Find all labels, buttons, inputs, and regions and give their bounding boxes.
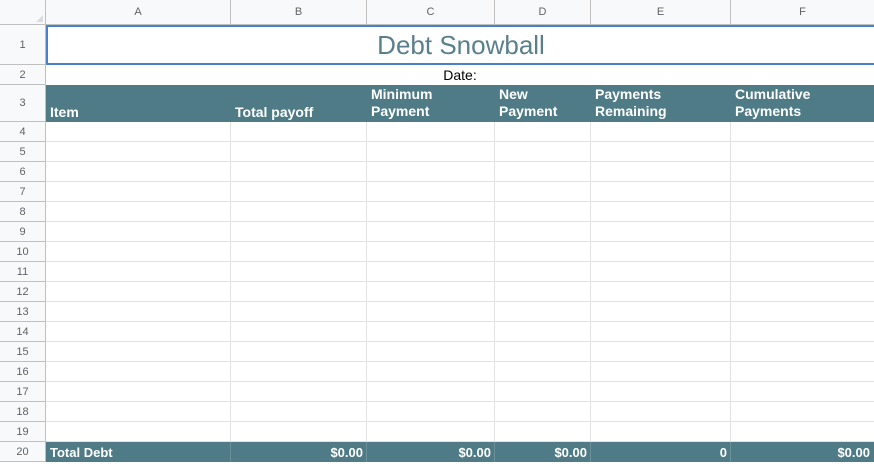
row-header-15[interactable]: 15 <box>0 342 46 362</box>
gridline <box>46 241 874 242</box>
gridline <box>46 181 874 182</box>
row-header-4[interactable]: 4 <box>0 122 46 142</box>
sheet-title-cell[interactable]: Debt Snowball <box>46 25 874 65</box>
total-new-payment-value: $0.00 <box>554 445 587 460</box>
sheet-title: Debt Snowball <box>377 29 545 60</box>
total-minimum-payment-cell[interactable]: $0.00 <box>367 442 495 462</box>
gridline <box>46 201 874 202</box>
row-header-10[interactable]: 10 <box>0 242 46 262</box>
total-payments-remaining-value: 0 <box>719 445 727 460</box>
gridline <box>46 281 874 282</box>
column-header-f[interactable]: F <box>731 0 874 25</box>
gridline <box>46 341 874 342</box>
row-header-6[interactable]: 6 <box>0 162 46 182</box>
column-header-d[interactable]: D <box>495 0 591 25</box>
gridline <box>230 122 231 462</box>
total-debt-label: Total Debt <box>50 445 113 460</box>
gridline <box>590 122 591 462</box>
column-header-a[interactable]: A <box>46 0 231 25</box>
row-header-1[interactable]: 1 <box>0 25 46 65</box>
row-header-8[interactable]: 8 <box>0 202 46 222</box>
total-cumulative-payments-cell[interactable]: $0.00 <box>731 442 874 462</box>
row-header-11[interactable]: 11 <box>0 262 46 282</box>
header-cumulative-payments-line2: Payments <box>735 103 802 119</box>
header-payments-remaining-line2: Remaining <box>595 103 667 119</box>
total-row-separator <box>730 442 731 462</box>
total-cumulative-payments-value: $0.00 <box>837 445 870 460</box>
total-row-separator <box>494 442 495 462</box>
header-total-payoff[interactable]: Total payoff <box>231 85 367 122</box>
header-payments-remaining-line1: Payments <box>595 86 662 102</box>
total-payoff-cell[interactable]: $0.00 <box>231 442 367 462</box>
row-header-2[interactable]: 2 <box>0 65 46 85</box>
header-cumulative-payments[interactable]: Cumulative Payments <box>731 85 874 122</box>
gridline <box>46 141 874 142</box>
row-header-19[interactable]: 19 <box>0 422 46 442</box>
row-header-18[interactable]: 18 <box>0 402 46 422</box>
select-all-icon <box>36 15 43 22</box>
total-payments-remaining-cell[interactable]: 0 <box>591 442 731 462</box>
row-header-20[interactable]: 20 <box>0 442 46 462</box>
gridline <box>46 361 874 362</box>
select-all-corner[interactable] <box>0 0 46 25</box>
header-item[interactable]: Item <box>46 85 231 122</box>
gridline <box>366 122 367 462</box>
column-header-b[interactable]: B <box>231 0 367 25</box>
gridline <box>46 381 874 382</box>
header-minimum-payment-line1: Minimum <box>371 86 433 102</box>
gridline <box>46 221 874 222</box>
header-cumulative-payments-line1: Cumulative <box>735 86 811 102</box>
total-row-separator <box>590 442 591 462</box>
header-minimum-payment-line2: Payment <box>371 103 430 119</box>
header-new-payment-line2: Payment <box>499 103 558 119</box>
total-minimum-payment-value: $0.00 <box>458 445 491 460</box>
row-header-16[interactable]: 16 <box>0 362 46 382</box>
gridline <box>46 421 874 422</box>
gridline <box>46 301 874 302</box>
row-header-9[interactable]: 9 <box>0 222 46 242</box>
total-payoff-value: $0.00 <box>330 445 363 460</box>
gridline <box>494 122 495 462</box>
row-header-12[interactable]: 12 <box>0 282 46 302</box>
header-new-payment[interactable]: New Payment <box>495 85 591 122</box>
row-header-5[interactable]: 5 <box>0 142 46 162</box>
total-row-separator <box>366 442 367 462</box>
column-header-e[interactable]: E <box>591 0 731 25</box>
total-new-payment-cell[interactable]: $0.00 <box>495 442 591 462</box>
total-row-separator <box>230 442 231 462</box>
header-payments-remaining[interactable]: Payments Remaining <box>591 85 731 122</box>
header-item-label: Item <box>50 104 79 120</box>
header-minimum-payment[interactable]: Minimum Payment <box>367 85 495 122</box>
gridline <box>46 401 874 402</box>
date-label: Date: <box>443 67 477 83</box>
gridline <box>46 321 874 322</box>
row-header-13[interactable]: 13 <box>0 302 46 322</box>
row-header-17[interactable]: 17 <box>0 382 46 402</box>
column-header-c[interactable]: C <box>367 0 495 25</box>
gridline <box>46 161 874 162</box>
header-new-payment-line1: New <box>499 86 528 102</box>
row-header-3[interactable]: 3 <box>0 85 46 122</box>
gridline <box>730 122 731 462</box>
total-debt-label-cell[interactable]: Total Debt <box>46 442 231 462</box>
header-total-payoff-label: Total payoff <box>235 104 314 120</box>
gridline <box>46 261 874 262</box>
row-header-14[interactable]: 14 <box>0 322 46 342</box>
row-header-7[interactable]: 7 <box>0 182 46 202</box>
date-cell[interactable]: Date: <box>46 65 874 85</box>
